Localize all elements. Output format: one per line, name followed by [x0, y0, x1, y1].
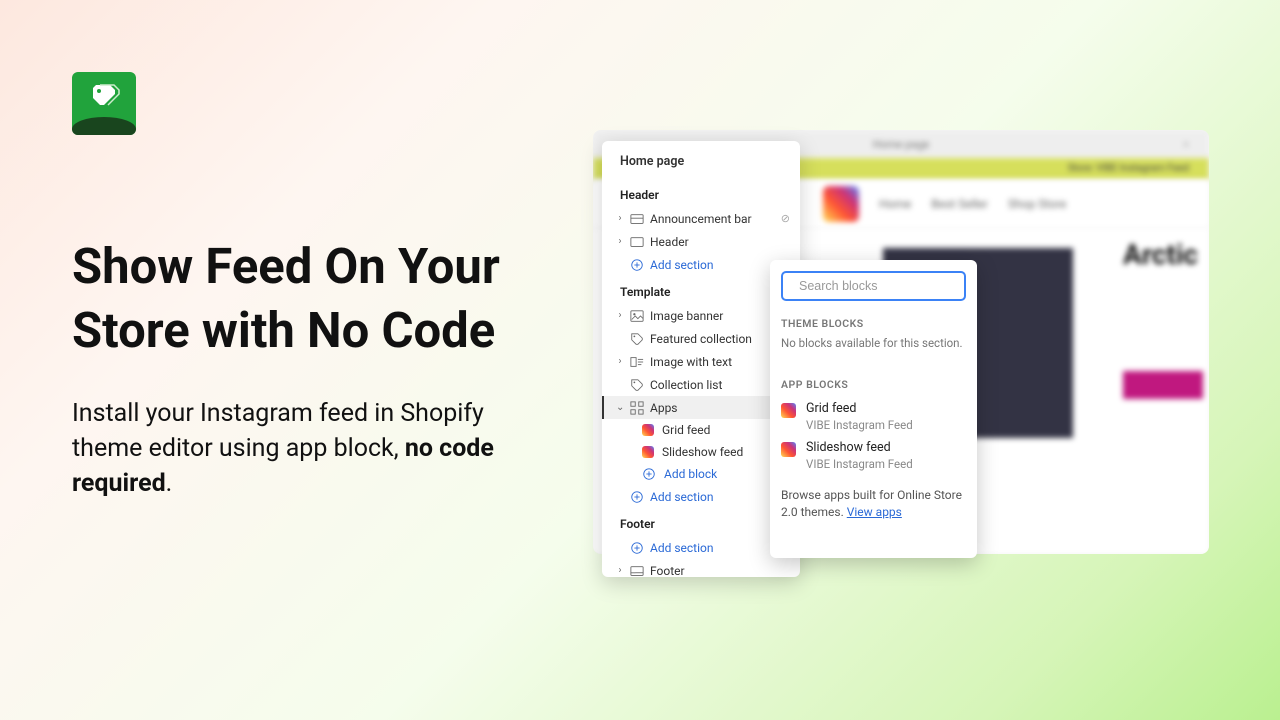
app-block-grid-feed[interactable]: Grid feed VIBE Instagram Feed: [781, 397, 966, 436]
hero-title: Show Feed On Your Store with No Code: [72, 235, 562, 362]
hero-subtitle: Install your Instagram feed in Shopify t…: [72, 396, 512, 501]
section-icon: [630, 212, 644, 226]
theme-blocks-heading: THEME BLOCKS: [781, 317, 966, 330]
group-header: Header: [602, 179, 800, 207]
instagram-icon: [642, 446, 654, 458]
image-icon: [630, 309, 644, 323]
hidden-icon[interactable]: ⊘: [781, 212, 790, 225]
popup-footer: Browse apps built for Online Store 2.0 t…: [781, 487, 966, 521]
plus-circle-icon: [630, 490, 644, 504]
section-header[interactable]: › Header: [602, 230, 800, 253]
block-picker-popup: THEME BLOCKS No blocks available for thi…: [770, 260, 977, 558]
chevron-right-icon: ›: [616, 236, 624, 247]
view-apps-link[interactable]: View apps: [847, 505, 902, 519]
instagram-icon: [823, 186, 859, 222]
plus-circle-icon: [642, 467, 656, 481]
app-logo: [72, 72, 136, 135]
plus-circle-icon: [630, 258, 644, 272]
panel-title: Home page: [602, 141, 800, 179]
chevron-right-icon: ›: [616, 356, 624, 367]
app-blocks-heading: APP BLOCKS: [781, 378, 966, 391]
section-footer[interactable]: › Footer: [602, 559, 800, 577]
plus-circle-icon: [630, 541, 644, 555]
theme-blocks-empty: No blocks available for this section.: [781, 336, 966, 350]
image-text-icon: [630, 355, 644, 369]
tag-icon: [630, 332, 644, 346]
instagram-icon: [642, 424, 654, 436]
section-announcement-bar[interactable]: › Announcement bar ⊘: [602, 207, 800, 230]
tag-icon: [630, 378, 644, 392]
chevron-right-icon: ›: [616, 213, 624, 224]
apps-icon: [630, 401, 644, 415]
chevron-right-icon: ›: [616, 565, 624, 576]
chevron-right-icon: ›: [616, 310, 624, 321]
footer-icon: [630, 564, 644, 578]
chevron-down-icon: ⌄: [616, 402, 624, 413]
search-blocks-input[interactable]: [781, 271, 966, 301]
instagram-icon: [781, 442, 796, 457]
instagram-icon: [781, 403, 796, 418]
section-icon: [630, 235, 644, 249]
app-block-slideshow-feed[interactable]: Slideshow feed VIBE Instagram Feed: [781, 436, 966, 475]
